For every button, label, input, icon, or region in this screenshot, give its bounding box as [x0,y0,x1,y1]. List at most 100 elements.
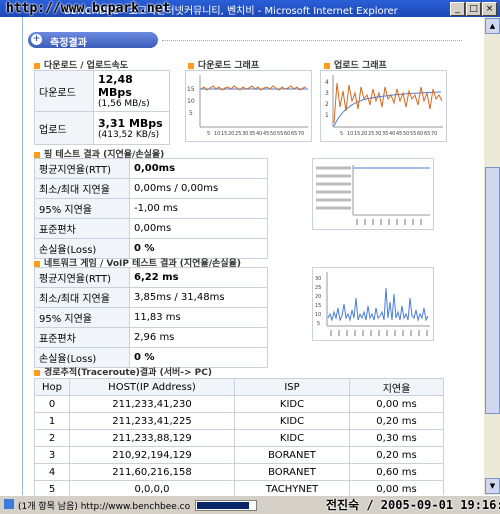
svg-text:40: 40 [389,131,395,137]
host-cell: 210,92,194,129 [69,446,235,464]
upload-xticks: 5 10 15 20 25 30 35 40 45 50 55 60 65 70 [340,131,437,137]
isp-cell: KIDC [234,429,350,447]
ping-table: 평균지연율(RTT) 0,00ms 최소/최대 지연율 0,00ms / 0,00m… [34,158,268,259]
svg-text:15: 15 [221,131,227,137]
ping-graph-svg [316,165,430,225]
svg-text:35: 35 [382,131,388,137]
isp-cell: KIDC [234,395,350,413]
game-value: 2,96 ms [129,327,268,348]
bullet-icon [34,260,40,267]
svg-text:5: 5 [340,131,343,137]
upload-graph: 1 2 3 4 5 10 15 20 25 30 35 40 45 50 55 60 65 70 [320,70,447,142]
ie-page-icon [4,499,14,509]
ping-xtick-marks [356,219,422,225]
download-xticks: 5 10 15 20 25 30 35 40 45 50 55 60 65 70 [207,131,304,137]
scroll-down-icon[interactable]: ▼ [485,478,500,494]
svg-text:50: 50 [270,131,276,137]
minimize-button[interactable]: _ [450,2,465,16]
column-header: ISP [234,378,350,396]
svg-text:25: 25 [315,285,321,291]
download-value-cell: 12,48 MBps (1,56 MB/s) [93,70,170,112]
close-button[interactable]: × [482,2,497,16]
game-label: 95% 지연율 [34,307,130,328]
ping-value: 0,00ms / 0,00ms [129,178,268,199]
hop-cell: 0 [34,395,70,413]
upload-value-cell: 3,31 MBps (413,52 KB/s) [93,111,170,145]
svg-text:60: 60 [417,131,423,137]
progress-fill [197,502,249,509]
svg-text:45: 45 [263,131,269,137]
svg-text:70: 70 [431,131,437,137]
game-latency-series [327,287,429,322]
host-cell: 211,233,41,225 [69,412,235,430]
hop-cell: 2 [34,429,70,447]
svg-text:55: 55 [410,131,416,137]
ping-ytick-marks [316,166,351,210]
ping-label: 95% 지연율 [34,198,130,219]
bullet-icon [34,62,40,69]
ping-graph [312,158,434,230]
download-value: 12,48 MBps [98,73,133,99]
timestamp-watermark: 전진숙 / 2005-09-01 19:16:50 [326,498,500,512]
latency-cell: 0,20 ms [349,412,444,430]
upload-graph-svg: 1 2 3 4 5 10 15 20 25 30 35 40 45 50 55 60 65 70 [325,75,443,137]
download-label: 다운로드 [34,70,94,112]
scroll-up-icon[interactable]: ▲ [485,18,500,34]
game-label: 평균지연율(RTT) [34,267,130,288]
scroll-thumb[interactable] [485,167,500,414]
bullet-icon [34,369,40,376]
game-value: 11,83 ms [129,307,268,328]
upload-sub-value: (413,52 KB/s) [98,129,160,140]
host-cell: 211,233,88,129 [69,429,235,447]
table-header-row: Hop HOST(IP Address) ISP 지연율 [34,378,444,396]
latency-cell: 0,20 ms [349,446,444,464]
ping-value: 0,00ms [129,218,268,239]
latency-cell: 0,00 ms [349,395,444,413]
svg-text:50: 50 [403,131,409,137]
column-header: HOST(IP Address) [69,378,235,396]
svg-text:15: 15 [354,131,360,137]
traceroute-heading: 경로추적(Traceroute)결과 (서버-> PC) [34,365,212,378]
table-row: 0 211,233,41,230 KIDC 0,00 ms [34,395,444,413]
upload-ytick: 3 [325,90,329,97]
svg-text:55: 55 [277,131,283,137]
game-xtick-marks [330,330,428,336]
svg-text:65: 65 [424,131,430,137]
game-label: 최소/최대 지연율 [34,287,130,308]
ping-value: -1,00 ms [129,198,268,219]
svg-text:30: 30 [242,131,248,137]
latency-cell: 0,30 ms [349,429,444,447]
svg-text:20: 20 [315,294,321,300]
bullet-icon [188,62,194,69]
upload-ytick: 1 [325,112,329,119]
game-value: 3,85ms / 31,48ms [129,287,268,308]
divider [162,40,462,41]
upload-ytick: 2 [325,101,329,108]
upload-value: 3,31 MBps [98,116,163,130]
column-header: 지연율 [349,378,444,396]
results-section-title: 측정결과 [50,38,87,49]
download-graph: 5 10 15 5 10 15 20 25 30 35 40 45 50 55 60 65 70 [185,70,312,142]
game-value: 6,22 ms [129,267,268,288]
svg-text:30: 30 [315,276,321,282]
game-yticks: 30 25 20 15 10 5 [315,276,321,327]
upload-ytick: 4 [325,79,329,86]
isp-cell: BORANET [234,463,350,481]
svg-text:70: 70 [298,131,304,137]
vertical-scrollbar[interactable]: ▲ ▼ [484,17,500,495]
ping-label: 평균지연율(RTT) [34,158,130,179]
ping-value: 0,00ms [129,158,268,179]
hop-cell: 4 [34,463,70,481]
game-label: 표준편차 [34,327,130,348]
svg-text:40: 40 [256,131,262,137]
download-ytick: 10 [187,98,195,105]
plus-icon: + [31,34,42,45]
maximize-button[interactable]: □ [466,2,481,16]
table-row: 4 211,60,216,158 BORANET 0,60 ms [34,463,444,481]
table-row: 2 211,233,88,129 KIDC 0,30 ms [34,429,444,447]
speed-table: 다운로드 12,48 MBps (1,56 MB/s) 업로드 3,31 MBp… [34,70,170,145]
svg-text:25: 25 [368,131,374,137]
hop-cell: 3 [34,446,70,464]
ping-label: 최소/최대 지연율 [34,178,130,199]
host-cell: 211,60,216,158 [69,463,235,481]
